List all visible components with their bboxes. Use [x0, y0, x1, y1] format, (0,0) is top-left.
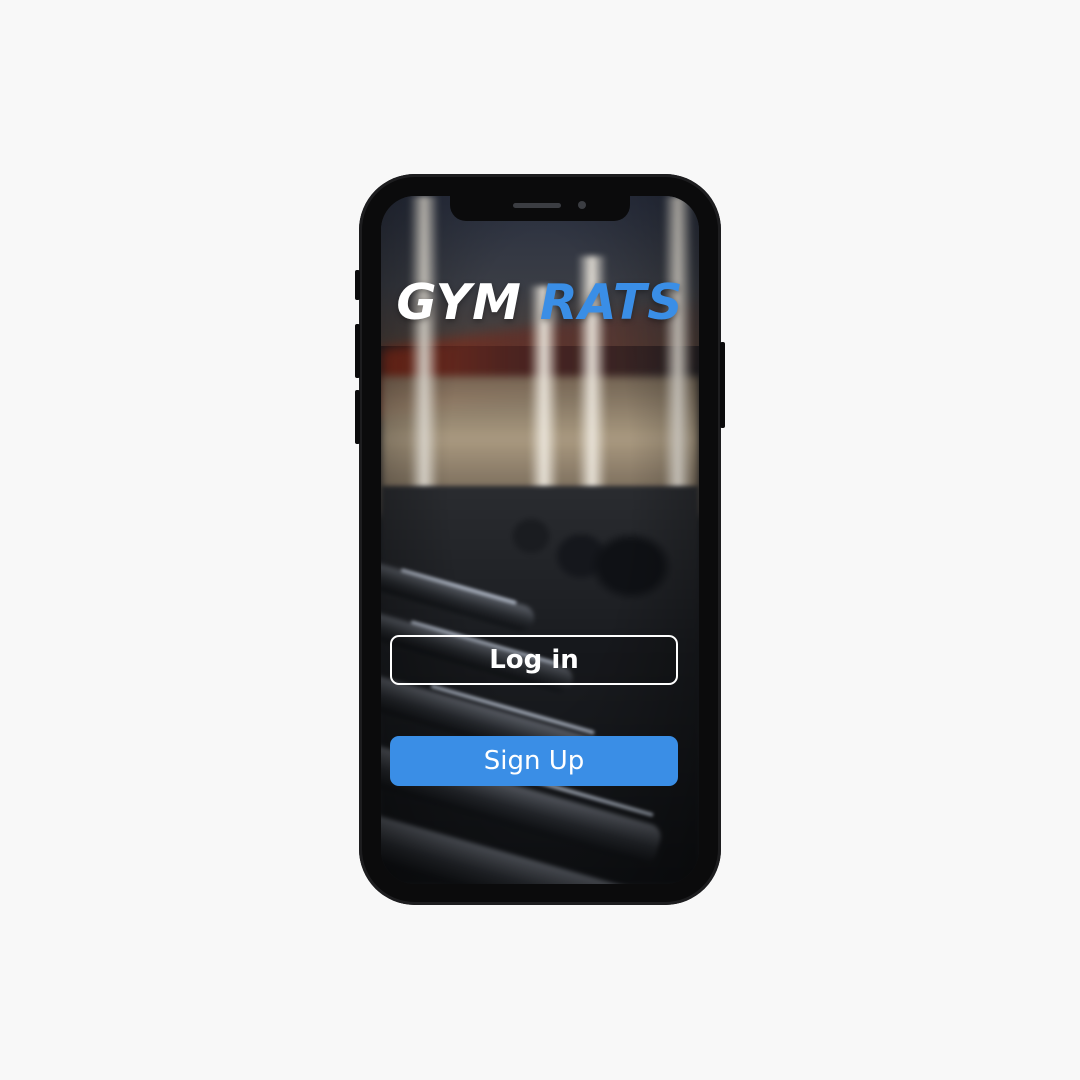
signup-button-label: Sign Up — [483, 746, 585, 776]
logo-word-gym: GYM — [396, 274, 522, 331]
signup-button[interactable]: Sign Up — [390, 736, 678, 786]
login-button[interactable]: Log in — [390, 635, 678, 685]
phone-mockup: GYM RATS Log in Sign Up — [355, 174, 725, 905]
app-logo: GYM RATS — [381, 274, 699, 331]
logo-word-rats: RATS — [539, 274, 684, 331]
mute-switch — [355, 270, 360, 300]
power-button — [720, 342, 725, 428]
login-button-label: Log in — [489, 645, 579, 675]
front-camera — [578, 201, 586, 209]
volume-down-button — [355, 390, 360, 444]
speaker-grille — [513, 203, 561, 208]
phone-screen: GYM RATS Log in Sign Up — [381, 196, 699, 884]
phone-notch — [450, 196, 630, 221]
volume-up-button — [355, 324, 360, 378]
stage: GYM RATS Log in Sign Up — [0, 0, 1080, 1080]
